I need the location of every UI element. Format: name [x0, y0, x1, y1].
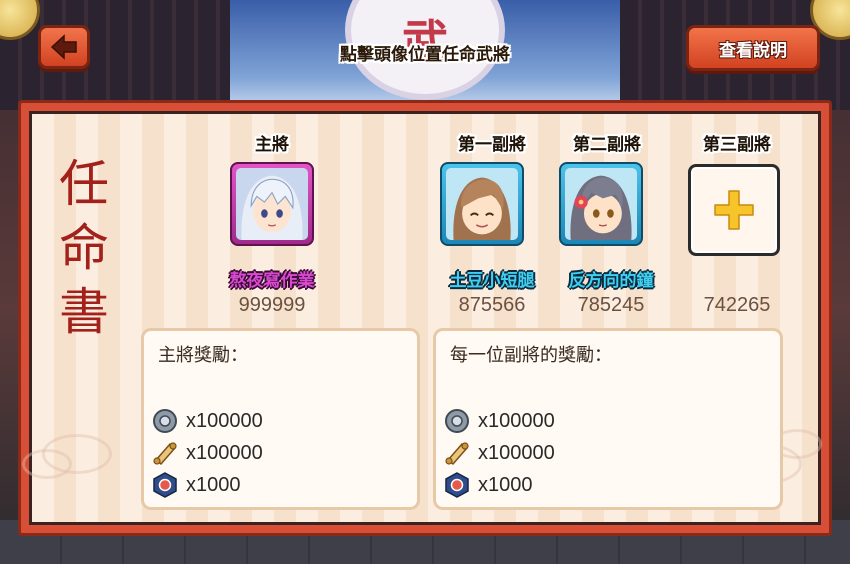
back-button[interactable]: [38, 25, 90, 69]
emblem-token-icon: [444, 472, 470, 498]
reward-amount: x1000: [478, 473, 533, 496]
reward-amount: x1000: [186, 473, 241, 496]
reward-row: x1000: [444, 471, 533, 499]
deputy-reward-box: 每一位副將的獎勵： x100000 x100000 x1000: [433, 328, 783, 510]
main-reward-title: 主將獎勵：: [158, 345, 248, 366]
slot-score-deputy-3: 742265: [703, 294, 771, 316]
avatar-brown-hair-icon: [446, 168, 518, 240]
coin-icon: [444, 408, 470, 434]
avatar-grey-hair-flower-icon: [565, 168, 637, 240]
coin-icon: [152, 408, 178, 434]
reward-row: x1000: [152, 471, 241, 499]
panel-paper: 任 命 書 主將 熬夜寫作業 999999 第一副將 土豆小短腿 875566 …: [22, 114, 822, 522]
slot-role-deputy-3: 第三副將: [703, 135, 771, 155]
add-deputy-3-button[interactable]: [688, 164, 780, 256]
slot-score-deputy-2: 785245: [577, 294, 645, 316]
title-char: 任: [59, 155, 109, 213]
view-instructions-button[interactable]: 查看說明: [686, 25, 820, 71]
scroll-icon: [444, 440, 470, 466]
back-arrow-icon: [50, 34, 77, 60]
reward-amount: x100000: [478, 441, 555, 464]
slot-role-deputy-1: 第一副將: [458, 135, 526, 155]
main-general-avatar-slot[interactable]: [230, 162, 314, 246]
reward-amount: x100000: [478, 409, 555, 432]
main-reward-box: 主將獎勵： x100000 x100000 x1000: [141, 328, 420, 510]
title-char: 命: [59, 219, 109, 277]
cloud-decoration: [22, 449, 72, 479]
reward-amount: x100000: [186, 441, 263, 464]
slot-name-main: 熬夜寫作業: [229, 271, 315, 291]
deputy-reward-title: 每一位副將的獎勵：: [450, 345, 612, 366]
slot-role-deputy-2: 第二副將: [573, 135, 641, 155]
reward-amount: x100000: [186, 409, 263, 432]
avatar-silver-hair-icon: [236, 168, 308, 240]
deputy-1-avatar-slot[interactable]: [440, 162, 524, 246]
plus-icon: [714, 190, 754, 230]
reward-row: x100000: [152, 407, 263, 435]
slot-role-main: 主將: [255, 135, 289, 155]
deputy-2-avatar-slot[interactable]: [559, 162, 643, 246]
slot-score-deputy-1: 875566: [458, 294, 526, 316]
scroll-icon: [152, 440, 178, 466]
reward-row: x100000: [444, 439, 555, 467]
appointment-scroll-title: 任 命 書: [54, 152, 114, 344]
slot-score-main: 999999: [238, 294, 306, 316]
instruction-text: 點擊頭像位置任命武將: [340, 45, 510, 65]
emblem-token-icon: [152, 472, 178, 498]
appointment-panel: 任 命 書 主將 熬夜寫作業 999999 第一副將 土豆小短腿 875566 …: [18, 100, 832, 536]
reward-row: x100000: [444, 407, 555, 435]
reward-row: x100000: [152, 439, 263, 467]
slot-name-deputy-2: 反方向的鐘: [568, 271, 654, 291]
title-char: 書: [59, 283, 109, 341]
